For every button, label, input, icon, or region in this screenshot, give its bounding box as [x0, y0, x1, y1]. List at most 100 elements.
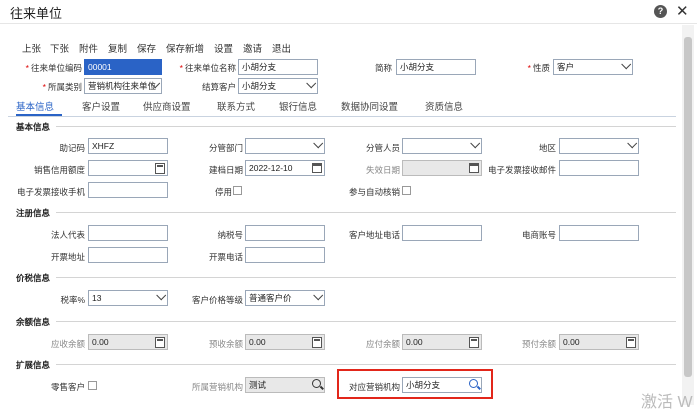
- person-select[interactable]: [402, 138, 482, 154]
- disabled-label: 停用: [214, 187, 232, 197]
- mapped-org-label: 对应营销机构: [348, 382, 400, 392]
- activation-watermark: 激活 W: [641, 394, 693, 411]
- expire-date-input[interactable]: [402, 160, 482, 176]
- credit-label: 销售信用额度: [33, 165, 85, 175]
- mapped-org-input[interactable]: 小胡分支: [402, 377, 482, 393]
- dept-label: 分管部门: [208, 143, 243, 153]
- email-input[interactable]: [559, 160, 639, 176]
- region-label: 地区: [538, 143, 556, 153]
- expire-label: 失效日期: [365, 165, 400, 175]
- short-label: 简称: [374, 63, 392, 73]
- calendar-icon[interactable]: [312, 163, 322, 173]
- price-level-label: 客户价格等级: [191, 295, 243, 305]
- tax-no-label: 纳税号: [217, 230, 243, 240]
- tax-rate-label: 税率%: [60, 295, 85, 305]
- settle-select[interactable]: 小胡分支: [238, 78, 318, 94]
- created-label: 建档日期: [208, 165, 243, 175]
- window-title: 往来单位: [10, 6, 63, 21]
- price-level-select[interactable]: 普通客户价: [245, 290, 325, 306]
- calculator-icon: [626, 337, 636, 348]
- pre-recv-input: 0.00: [245, 334, 325, 350]
- section-ext-title: 扩展信息: [16, 360, 51, 370]
- disabled-checkbox[interactable]: [233, 186, 242, 195]
- tax-rate-select[interactable]: 13: [88, 290, 168, 306]
- save-new-button[interactable]: 保存新增: [166, 41, 204, 55]
- pre-pay-label: 预付余额: [521, 339, 556, 349]
- section-divider: [56, 277, 676, 278]
- retail-label: 零售客户: [50, 382, 85, 392]
- invite-button[interactable]: 邀请: [243, 41, 262, 55]
- tax-no-input[interactable]: [245, 225, 325, 241]
- ecom-label: 电商账号: [521, 230, 556, 240]
- section-divider: [56, 126, 676, 127]
- region-select[interactable]: [559, 138, 639, 154]
- prev-button[interactable]: 上张: [22, 41, 41, 55]
- section-divider: [56, 364, 676, 365]
- phone-label: 电子发票接收手机: [16, 187, 85, 197]
- category-select[interactable]: 营销机构往来单位: [84, 78, 162, 94]
- tab-contact[interactable]: 联系方式: [217, 99, 255, 113]
- calculator-icon[interactable]: [155, 163, 165, 174]
- email-label: 电子发票接收邮件: [487, 165, 556, 175]
- tab-customer[interactable]: 客户设置: [82, 99, 120, 113]
- memo-input[interactable]: XHFZ: [88, 138, 168, 154]
- ap-label: 应付余额: [365, 339, 400, 349]
- calendar-icon[interactable]: [469, 163, 479, 173]
- scrollbar-thumb[interactable]: [684, 37, 692, 377]
- next-button[interactable]: 下张: [50, 41, 69, 55]
- save-button[interactable]: 保存: [137, 41, 156, 55]
- category-label: * 所属类别: [42, 82, 82, 92]
- section-divider: [56, 212, 676, 213]
- tab-data-sync[interactable]: 数据协同设置: [341, 99, 398, 113]
- calculator-icon: [469, 337, 479, 348]
- org-input[interactable]: 测试: [245, 377, 325, 393]
- person-label: 分管人员: [365, 143, 400, 153]
- memo-label: 助记码: [59, 143, 85, 153]
- name-input[interactable]: 小胡分支: [238, 59, 318, 75]
- auto-verify-checkbox[interactable]: [402, 186, 411, 195]
- search-icon[interactable]: [312, 379, 321, 388]
- ar-input: 0.00: [88, 334, 168, 350]
- chevron-down-icon: [621, 60, 632, 70]
- copy-button[interactable]: 复制: [108, 41, 127, 55]
- addr-phone-input[interactable]: [402, 225, 482, 241]
- short-input[interactable]: 小胡分支: [396, 59, 476, 75]
- nature-select[interactable]: 客户: [553, 59, 633, 75]
- invoice-addr-input[interactable]: [88, 247, 168, 263]
- retail-checkbox[interactable]: [88, 381, 97, 390]
- section-basic-title: 基本信息: [16, 122, 51, 132]
- attachment-button[interactable]: 附件: [79, 41, 98, 55]
- invoice-phone-input[interactable]: [245, 247, 325, 263]
- name-label: * 往来单位名称: [179, 63, 236, 73]
- section-pricetax-title: 价税信息: [16, 273, 51, 283]
- tab-divider: [8, 116, 676, 117]
- auto-verify-label: 参与自动核销: [348, 187, 400, 197]
- vertical-scrollbar[interactable]: [682, 25, 694, 405]
- invoice-phone-label: 开票电话: [208, 252, 243, 262]
- search-icon[interactable]: [469, 379, 478, 388]
- tab-qualification[interactable]: 资质信息: [425, 99, 463, 113]
- tab-basic[interactable]: 基本信息: [16, 99, 54, 113]
- exit-button[interactable]: 退出: [272, 41, 291, 55]
- chevron-down-icon: [313, 139, 324, 149]
- close-icon[interactable]: ✕: [676, 2, 689, 20]
- tab-bank[interactable]: 银行信息: [279, 99, 317, 113]
- settings-button[interactable]: 设置: [214, 41, 233, 55]
- help-icon[interactable]: ?: [654, 5, 667, 18]
- dept-select[interactable]: [245, 138, 325, 154]
- ecom-input[interactable]: [559, 225, 639, 241]
- section-register-title: 注册信息: [16, 208, 51, 218]
- title-bar: 往来单位 ? ✕: [0, 0, 697, 24]
- created-date-input[interactable]: 2022-12-10: [245, 160, 325, 176]
- credit-input[interactable]: [88, 160, 168, 176]
- org-label: 所属营销机构: [191, 382, 243, 392]
- legal-input[interactable]: [88, 225, 168, 241]
- addr-phone-label: 客户地址电话: [348, 230, 400, 240]
- code-input[interactable]: 00001: [84, 59, 162, 75]
- settle-label: 结算客户: [201, 82, 236, 92]
- ar-label: 应收余额: [50, 339, 85, 349]
- calculator-icon: [312, 337, 322, 348]
- tab-supplier[interactable]: 供应商设置: [143, 99, 191, 113]
- section-balance-title: 余额信息: [16, 317, 51, 327]
- phone-input[interactable]: [88, 182, 168, 198]
